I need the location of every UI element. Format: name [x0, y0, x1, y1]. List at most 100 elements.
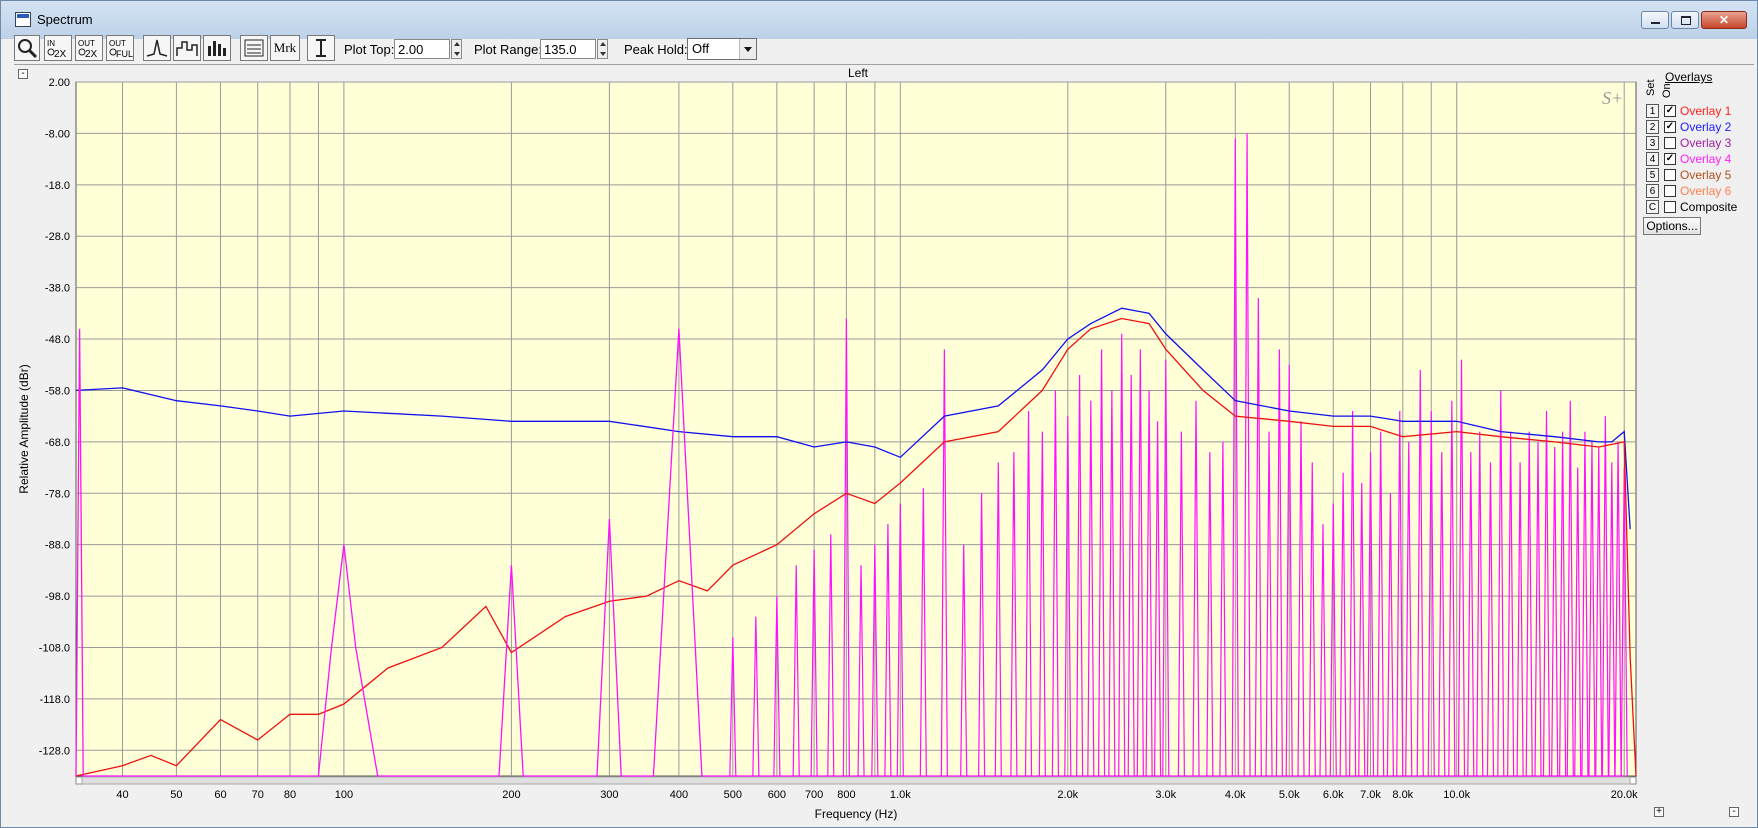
x-tick-label: 700	[805, 789, 823, 801]
overlay-name: Overlay 1	[1680, 104, 1732, 118]
svg-text:OUT: OUT	[109, 39, 126, 48]
svg-text:2X: 2X	[85, 49, 98, 60]
x-tick-label: 60	[214, 789, 226, 801]
peak-hold-select[interactable]: Off	[687, 38, 757, 60]
x-axis-label: Frequency (Hz)	[815, 807, 898, 821]
overlay-name: Overlay 4	[1680, 152, 1732, 166]
x-tick-label: 300	[600, 789, 618, 801]
window-title: Spectrum	[37, 12, 93, 27]
overlay-on-checkbox[interactable]	[1664, 201, 1676, 213]
plot-top-label: Plot Top:	[344, 42, 395, 57]
title-bar[interactable]: Spectrum	[1, 1, 1757, 39]
x-tick-label: 80	[284, 789, 296, 801]
zoom-out-full-button[interactable]: OUTFULL	[106, 35, 134, 61]
chart-header-strip	[14, 66, 1640, 82]
display-settings-button[interactable]	[240, 35, 268, 61]
zoom-out-2x-button[interactable]: OUT 2X	[75, 35, 103, 61]
zoom-full-icon: OUTFULL	[109, 39, 133, 59]
plot-range-input[interactable]	[540, 39, 596, 59]
y-tick-label: -98.0	[45, 591, 70, 603]
x-tick-label: 4.0k	[1225, 789, 1246, 801]
h-scrollbar-thumb[interactable]	[81, 776, 1631, 785]
zoom-in-2x-button[interactable]: IN 2X	[44, 35, 72, 61]
line-plot-button[interactable]	[143, 35, 171, 61]
bar-plot-icon	[208, 41, 226, 56]
y-tick-label: -38.0	[45, 283, 70, 295]
toolbar-divider	[14, 64, 1754, 65]
x-tick-label: 400	[670, 789, 688, 801]
watermark-logo: S+	[1602, 88, 1623, 108]
minimize-button[interactable]	[1641, 11, 1669, 29]
y-axis-label: Relative Amplitude (dBr)	[17, 364, 31, 493]
settings-panel-icon	[244, 39, 264, 57]
x-tick-label: 5.0k	[1279, 789, 1300, 801]
y-tick-label: -128.0	[39, 745, 70, 757]
overlay-name: Overlay 2	[1680, 120, 1732, 134]
overlay-on-checkbox[interactable]: ✓	[1664, 105, 1676, 117]
svg-text:FULL: FULL	[116, 49, 133, 59]
options-button[interactable]: Options...	[1643, 217, 1701, 235]
overlay-on-checkbox[interactable]	[1664, 185, 1676, 197]
app-icon	[15, 12, 31, 27]
peak-hold-value: Off	[692, 41, 710, 56]
minimize-panel-button[interactable]: -	[1729, 807, 1739, 817]
x-tick-label: 500	[724, 789, 742, 801]
x-tick-label: 40	[116, 789, 128, 801]
x-tick-label: 2.0k	[1057, 789, 1078, 801]
bar-plot-button[interactable]	[203, 35, 231, 61]
line-plot-icon	[146, 39, 168, 57]
x-tick-label: 70	[252, 789, 264, 801]
y-tick-label: 2.00	[49, 77, 70, 89]
marker-button[interactable]: Mrk	[270, 35, 300, 61]
overlay-set-button[interactable]: 4	[1646, 152, 1659, 166]
svg-text:2X: 2X	[54, 49, 67, 60]
y-tick-label: -118.0	[40, 694, 70, 706]
overlay-on-checkbox[interactable]	[1664, 169, 1676, 181]
overlay-on-checkbox[interactable]: ✓	[1664, 153, 1676, 165]
svg-text:OUT: OUT	[78, 39, 95, 48]
close-button[interactable]	[1701, 11, 1747, 29]
plot-range-spinner[interactable]	[597, 39, 608, 59]
peak-hold-label: Peak Hold:	[624, 42, 688, 57]
y-tick-label: -8.00	[45, 128, 70, 140]
zoom-button[interactable]	[14, 35, 40, 61]
y-tick-label: -88.0	[45, 540, 70, 552]
svg-text:IN: IN	[47, 39, 55, 48]
chevron-down-icon[interactable]	[739, 39, 756, 59]
expand-button[interactable]: +	[1654, 807, 1664, 817]
zoom-in-2x-icon: IN2X	[47, 39, 67, 60]
plot-top-input[interactable]	[394, 39, 450, 59]
overlay-set-button[interactable]: 5	[1646, 168, 1659, 182]
overlays-header: Overlays	[1665, 70, 1713, 84]
plot-range-label: Plot Range:	[474, 42, 542, 57]
x-tick-label: 20.0k	[1611, 789, 1638, 801]
overlay-set-button[interactable]: C	[1646, 200, 1659, 214]
overlay-set-button[interactable]: 6	[1646, 184, 1659, 198]
y-tick-label: -78.0	[45, 488, 70, 500]
zoom-out-2x-icon: OUT2X	[78, 39, 98, 60]
overlay-set-button[interactable]: 2	[1646, 120, 1659, 134]
y-tick-label: -28.0	[45, 231, 70, 243]
plot-top-spinner[interactable]	[451, 39, 462, 59]
collapse-button[interactable]: -	[18, 69, 28, 79]
overlay-set-button[interactable]: 1	[1646, 104, 1659, 118]
x-tick-label: 800	[837, 789, 855, 801]
x-tick-label: 100	[335, 789, 353, 801]
x-tick-label: 600	[768, 789, 786, 801]
overlay-set-button[interactable]: 3	[1646, 136, 1659, 150]
overlay-on-checkbox[interactable]	[1664, 137, 1676, 149]
spectrum-chart[interactable]: Left2.00-8.00-18.0-28.0-38.0-48.0-58.0-6…	[14, 66, 1640, 824]
cursor-button[interactable]	[307, 35, 335, 61]
x-tick-label: 6.0k	[1323, 789, 1344, 801]
spectrum-plot[interactable]: Left 2.00 -8.00 -18.0 -28.0 -38.0 -48.0 -58.0 -6…	[14, 66, 1640, 824]
overlay-name: Overlay 5	[1680, 168, 1732, 182]
overlay-name: Composite	[1680, 200, 1738, 214]
overlay-on-checkbox[interactable]: ✓	[1664, 121, 1676, 133]
step-plot-button[interactable]	[173, 35, 201, 61]
maximize-button[interactable]	[1671, 11, 1699, 29]
set-column-label: Set	[1645, 79, 1657, 96]
x-tick-label: 7.0k	[1360, 789, 1381, 801]
x-tick-label: 50	[170, 789, 182, 801]
on-column-label: On	[1661, 83, 1673, 98]
magnifier-icon	[18, 39, 38, 59]
